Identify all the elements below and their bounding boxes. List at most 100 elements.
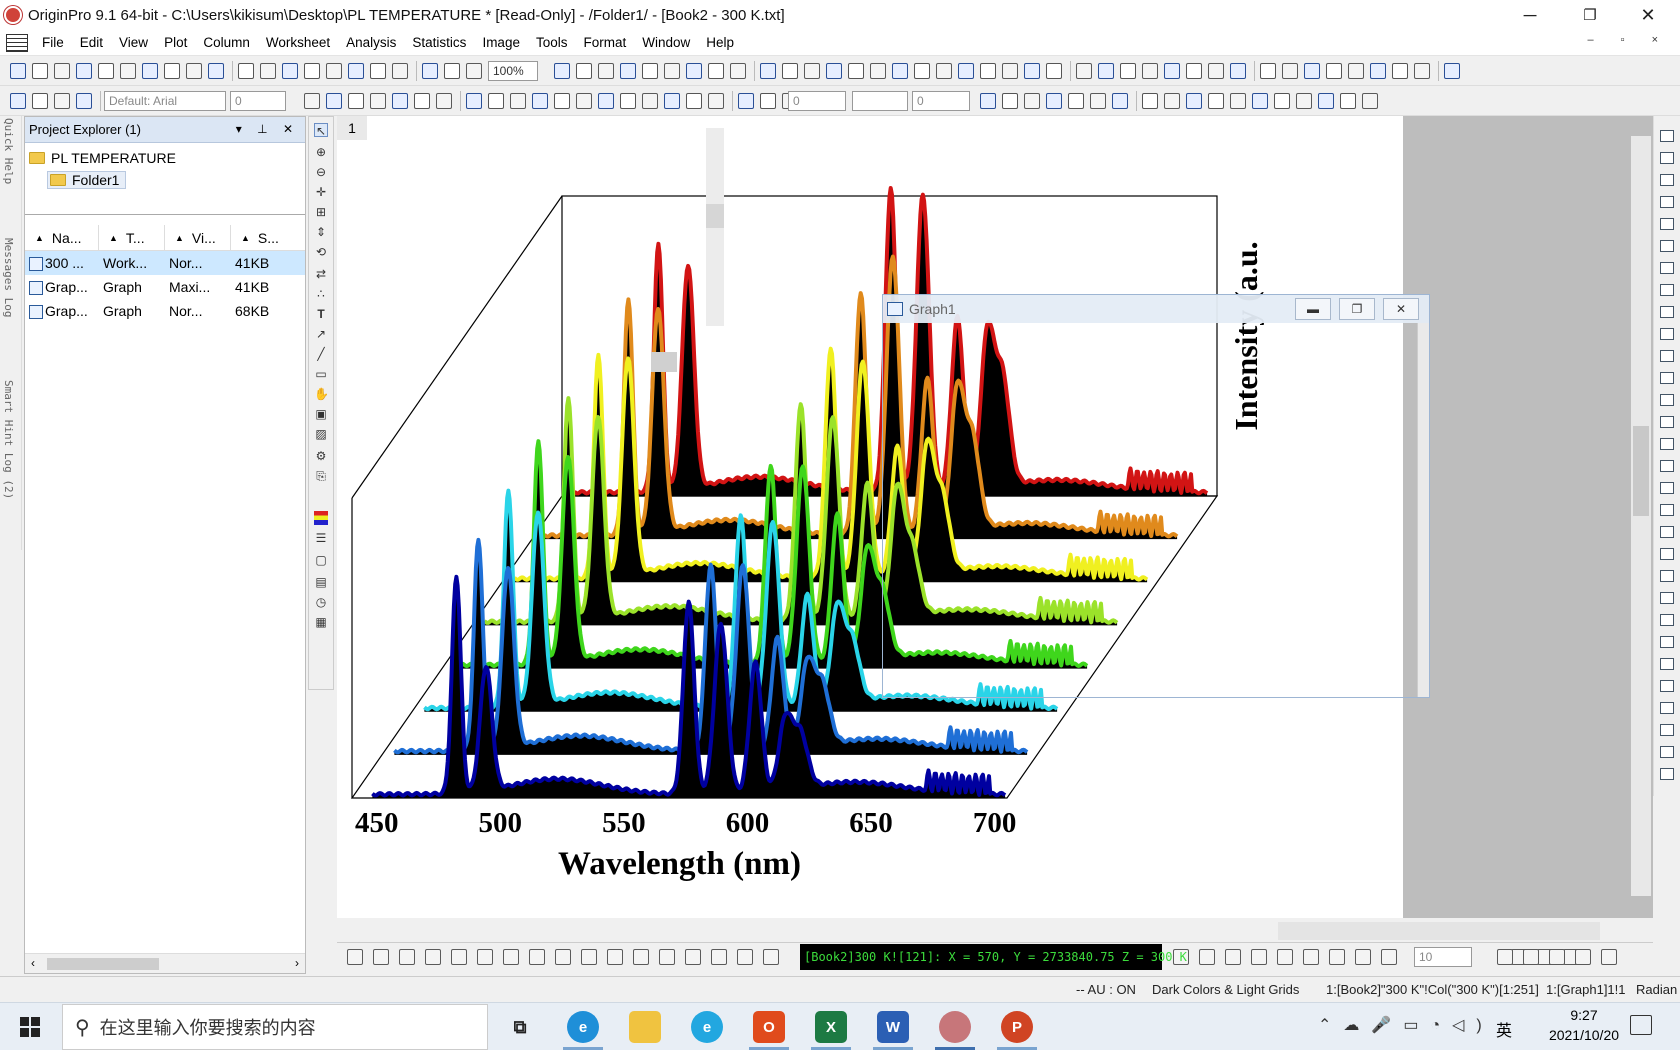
toolbar-button[interactable] (708, 93, 724, 109)
plot-type-button[interactable] (1355, 949, 1371, 965)
menu-edit[interactable]: Edit (72, 35, 111, 50)
layout-tool-button[interactable] (1660, 460, 1674, 472)
layout-tool-button[interactable] (1660, 284, 1674, 296)
origin-taskbar-icon[interactable] (939, 1011, 971, 1043)
explorer-hscrollbar[interactable]: ‹ › (25, 953, 305, 973)
toolbar-button[interactable] (436, 93, 452, 109)
toolbar-button[interactable] (1090, 93, 1106, 109)
layout-tool-button[interactable] (1660, 152, 1674, 164)
word-icon[interactable]: W (877, 1011, 909, 1043)
toolbar-button[interactable] (686, 93, 702, 109)
toolbar-button[interactable] (1444, 63, 1460, 79)
toolbar-button[interactable] (370, 93, 386, 109)
layout-tool-button[interactable] (1660, 504, 1674, 516)
toolbar-button[interactable] (348, 93, 364, 109)
plot-type-button[interactable] (1523, 949, 1539, 965)
toolbar-button[interactable] (208, 63, 224, 79)
toolbar-button[interactable] (348, 63, 364, 79)
plot-type-button[interactable] (1225, 949, 1241, 965)
toolbar-button[interactable] (1120, 63, 1136, 79)
menu-statistics[interactable]: Statistics (404, 35, 474, 50)
graph-vscrollbar[interactable] (1631, 136, 1651, 896)
layout-tool-button[interactable] (1660, 218, 1674, 230)
toolbar-button[interactable] (186, 63, 202, 79)
toolbar-button[interactable] (76, 63, 92, 79)
toolbar-button[interactable] (1002, 63, 1018, 79)
toolbar-button[interactable] (686, 63, 702, 79)
toolbar-button[interactable] (326, 63, 342, 79)
hand-tool[interactable]: ✋ (314, 387, 329, 401)
graph1-scrollbar[interactable] (1417, 323, 1429, 697)
draw-data-tool[interactable]: ⇄ (314, 267, 328, 281)
smart-hint-log-tab[interactable]: Smart Hint Log (2) (2, 380, 15, 499)
plot-type-button[interactable] (373, 949, 389, 965)
plot-type-button[interactable] (1575, 949, 1591, 965)
toolbar-button[interactable] (238, 63, 254, 79)
toolbar-button[interactable] (760, 63, 776, 79)
toolbar-button[interactable] (1186, 93, 1202, 109)
layout-tool-button[interactable] (1660, 196, 1674, 208)
graph1-close-button[interactable]: ✕ (1383, 298, 1419, 320)
toolbar-button[interactable] (260, 63, 276, 79)
toolbar-button[interactable] (1164, 93, 1180, 109)
plot-type-button[interactable] (1601, 949, 1617, 965)
color-scale-icon[interactable] (314, 511, 328, 525)
font-combo[interactable]: Default: Arial (104, 91, 226, 111)
graph1-restore-button[interactable]: ❐ (1339, 298, 1375, 320)
region-tool[interactable]: ▣ (314, 407, 328, 421)
toolbar-button[interactable] (870, 63, 886, 79)
toolbar-button[interactable] (1002, 93, 1018, 109)
font-size-combo[interactable]: 0 (230, 91, 286, 111)
toolbar-button[interactable] (444, 63, 460, 79)
clock-date[interactable]: 2021/10/20 (1522, 1027, 1646, 1043)
layout-tool-button[interactable] (1660, 570, 1674, 582)
graph1-child-window[interactable]: Graph1 ▬ ❐ ✕ (882, 294, 1430, 698)
toolbar-button[interactable] (598, 93, 614, 109)
layout-tool-button[interactable] (1660, 416, 1674, 428)
ie-icon[interactable]: e (691, 1011, 723, 1043)
toolbar-button[interactable] (730, 63, 746, 79)
toolbar-button[interactable] (804, 63, 820, 79)
layout-tool-button[interactable] (1660, 394, 1674, 406)
ime-indicator[interactable]: 英 (1496, 1017, 1512, 1041)
tree-root[interactable]: PL TEMPERATURE (29, 147, 305, 169)
layout-tool-button[interactable] (1660, 372, 1674, 384)
date-time-tool[interactable]: ◷ (314, 595, 328, 609)
powerpoint-icon[interactable]: P (1001, 1011, 1033, 1043)
toolbar-button[interactable] (664, 63, 680, 79)
plot-type-button[interactable] (1497, 949, 1513, 965)
toolbar-button[interactable] (1326, 63, 1342, 79)
plot-type-button[interactable] (607, 949, 623, 965)
toolbar-button[interactable] (54, 63, 70, 79)
toolbar-button[interactable] (576, 93, 592, 109)
toolbar-button[interactable] (1392, 63, 1408, 79)
menu-file[interactable]: File (34, 35, 72, 50)
toolbar-button[interactable] (1024, 93, 1040, 109)
start-icon[interactable] (20, 1017, 40, 1037)
toolbar-button[interactable] (488, 93, 504, 109)
layout-tool-button[interactable] (1660, 482, 1674, 494)
plot-type-button[interactable] (1277, 949, 1293, 965)
arrow-tool[interactable]: ↗ (314, 327, 328, 341)
text-tool[interactable]: T (314, 307, 328, 321)
excel-icon[interactable]: X (815, 1011, 847, 1043)
plot-type-button[interactable] (1329, 949, 1345, 965)
toolbar-button[interactable] (576, 63, 592, 79)
toolbar-button[interactable] (532, 93, 548, 109)
file-row[interactable]: Grap... Graph Maxi... 41KB (25, 275, 305, 299)
toolbar-button[interactable] (1414, 63, 1430, 79)
toolbar-button[interactable] (980, 93, 996, 109)
line-width-combo[interactable]: 0 (788, 91, 846, 111)
plot-type-button[interactable] (581, 949, 597, 965)
mdi-controls[interactable]: – ▫ × (1587, 34, 1670, 46)
menu-format[interactable]: Format (575, 35, 634, 50)
col-type[interactable]: ▲ T... (99, 225, 165, 250)
toolbar-button[interactable] (1230, 93, 1246, 109)
toolbar-button[interactable] (1076, 63, 1092, 79)
menu-plot[interactable]: Plot (156, 35, 195, 50)
toolbar-button[interactable] (760, 93, 776, 109)
plot-type-button[interactable] (1251, 949, 1267, 965)
toolbar-button[interactable] (32, 93, 48, 109)
toolbar-button[interactable] (708, 63, 724, 79)
layout-tool-button[interactable] (1660, 130, 1674, 142)
